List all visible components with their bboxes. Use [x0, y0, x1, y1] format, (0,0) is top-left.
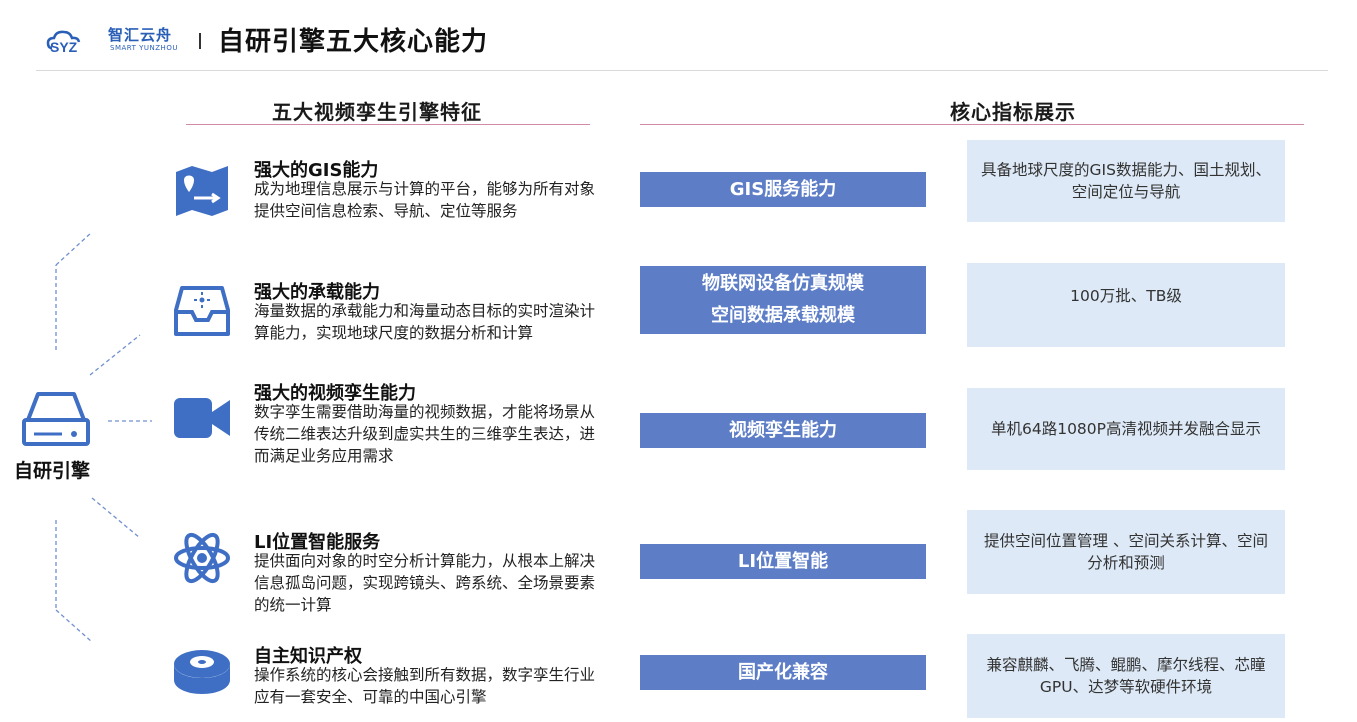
- metric-name-line: 空间数据承载规模: [711, 305, 855, 326]
- logo-text-cn: 智汇云舟: [108, 26, 173, 44]
- metric-name-box: GIS服务能力: [640, 172, 926, 207]
- feature-desc: 操作系统的核心会接触到所有数据，数字孪生行业应有一套安全、可靠的中国心引擎: [254, 666, 596, 706]
- metric-value-box: 兼容麒麟、飞腾、鲲鹏、摩尔线程、芯瞳GPU、达梦等软硬件环境: [967, 634, 1285, 718]
- feature-desc: 成为地理信息展示与计算的平台，能够为所有对象提供空间信息检索、导航、定位等服务: [254, 180, 596, 220]
- metric-value-box: 100万批、TB级: [967, 263, 1285, 347]
- atom-icon: [174, 532, 230, 584]
- header-rule: [36, 70, 1328, 71]
- metric-value-box: 单机64路1080P高清视频并发融合显示: [967, 388, 1285, 470]
- left-section-rule: [186, 124, 590, 125]
- feature-desc: 提供面向对象的时空分析计算能力，从根本上解决信息孤岛问题，实现跨镜头、跨系统、全…: [254, 552, 596, 614]
- metric-name-box: 物联网设备仿真规模 空间数据承载规模: [640, 266, 926, 334]
- metric-name-line: 物联网设备仿真规模: [702, 273, 864, 294]
- metric-name-line: LI位置智能: [737, 550, 829, 572]
- metric-value-text: 单机64路1080P高清视频并发融合显示: [990, 420, 1262, 438]
- feature-desc: 数字孪生需要借助海量的视频数据，才能将场景从传统二维表达升级到虚实共生的三维孪生…: [254, 403, 596, 465]
- video-camera-icon: [174, 398, 230, 438]
- map-icon: [176, 166, 228, 216]
- logo-cloud-icon: SYZ: [46, 30, 81, 54]
- database-disc-icon: [174, 650, 230, 694]
- metric-value-text: 具备地球尺度的GIS数据能力、国土规划、空间定位与导航: [981, 161, 1271, 201]
- metric-value-box: 具备地球尺度的GIS数据能力、国土规划、空间定位与导航: [967, 140, 1285, 222]
- feature-desc: 海量数据的承载能力和海量动态目标的实时渲染计算能力，实现地球尺度的数据分析和计算: [254, 302, 596, 342]
- metric-name-line: 视频孪生能力: [729, 419, 837, 441]
- metric-name-line: 国产化兼容: [738, 661, 828, 683]
- metric-name-box: 国产化兼容: [640, 655, 926, 690]
- logo-text-en: SMART YUNZHOU: [110, 44, 178, 52]
- engine-label: 自研引擎: [14, 460, 91, 482]
- left-section-title: 五大视频孪生引擎特征: [272, 100, 482, 124]
- header-divider: [199, 33, 201, 49]
- metric-value-text: 提供空间位置管理 、空间关系计算、空间分析和预测: [984, 532, 1268, 572]
- metric-value-box: 提供空间位置管理 、空间关系计算、空间分析和预测: [967, 510, 1285, 594]
- metric-name-line: GIS服务能力: [729, 178, 837, 200]
- right-section-rule: [640, 124, 1304, 125]
- engine-router-icon: [22, 392, 90, 446]
- metric-value-text: 兼容麒麟、飞腾、鲲鹏、摩尔线程、芯瞳GPU、达梦等软硬件环境: [986, 656, 1266, 696]
- inbox-icon: [174, 286, 230, 336]
- right-section-title: 核心指标展示: [950, 100, 1076, 124]
- metric-name-box: LI位置智能: [640, 544, 926, 579]
- metric-name-box: 视频孪生能力: [640, 413, 926, 448]
- metric-value-text: 100万批、TB级: [1070, 287, 1182, 305]
- page-title: 自研引擎五大核心能力: [218, 27, 489, 57]
- logo-mark-text: SYZ: [50, 39, 78, 54]
